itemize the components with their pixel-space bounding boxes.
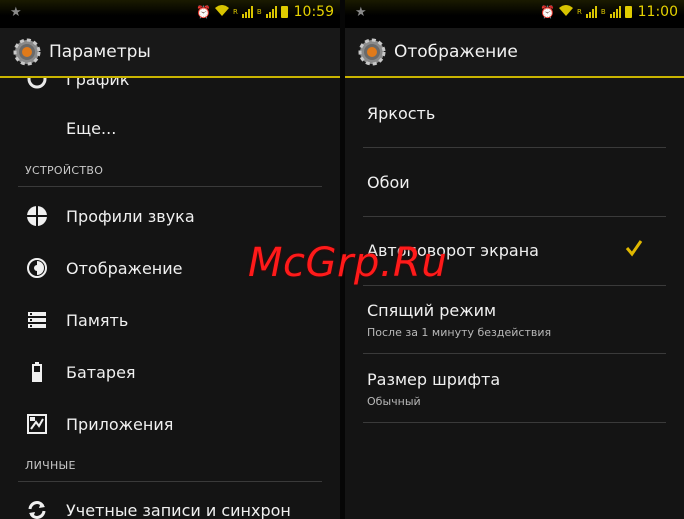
battery-icon [26, 361, 48, 383]
list-item-font-size[interactable]: Размер шрифта Обычный [367, 370, 666, 408]
list-item-title: Спящий режим [367, 301, 497, 320]
status-bar: ★ ⏰ R B 10:59 [0, 0, 340, 28]
battery-status-icon [624, 6, 632, 18]
notification-star-icon: ★ [10, 5, 22, 20]
sync-icon [26, 499, 48, 519]
item-divider [363, 285, 666, 286]
list-item-label: Учетные записи и синхрон [66, 500, 291, 519]
page-title: Отображение [394, 42, 518, 62]
auto-rotate-checkbox[interactable] [624, 238, 644, 258]
data-usage-icon [26, 78, 48, 90]
action-bar: Параметры [0, 28, 340, 78]
list-item-title: Размер шрифта [367, 370, 501, 389]
list-item-title: Автоповорот экрана [367, 241, 539, 260]
settings-gear-icon[interactable] [357, 37, 387, 67]
list-item-apps[interactable]: Приложения [0, 412, 340, 436]
list-item-subtitle: Обычный [367, 395, 421, 408]
wifi-icon [558, 5, 573, 19]
clock: 10:59 [293, 4, 334, 20]
signal-sim1-icon [585, 6, 597, 18]
list-item-sleep[interactable]: Спящий режим После за 1 минуту бездейств… [367, 301, 666, 339]
list-item-sound-profiles[interactable]: Профили звука [0, 204, 340, 228]
list-item-subtitle: После за 1 минуту бездействия [367, 326, 552, 339]
display-icon [26, 257, 48, 279]
list-item-label: Батарея [66, 362, 136, 382]
list-item-title: Яркость [367, 104, 436, 123]
item-divider [363, 353, 666, 354]
sim1-label-icon: R [576, 8, 582, 16]
signal-sim1-icon [241, 6, 253, 18]
item-divider [363, 422, 666, 423]
list-item-label: Профили звука [66, 206, 195, 226]
list-item-display[interactable]: Отображение [0, 256, 340, 280]
list-item-more[interactable]: Еще... [0, 116, 340, 140]
section-header-personal: ЛИЧНЫЕ [25, 459, 76, 472]
section-divider [18, 186, 322, 187]
list-item-brightness[interactable]: Яркость [367, 104, 666, 123]
list-item-battery[interactable]: Батарея [0, 360, 340, 384]
sim2-label-icon: B [256, 8, 262, 16]
wifi-icon [214, 5, 229, 19]
list-item-label: График [66, 78, 130, 89]
item-divider [363, 147, 666, 148]
alarm-icon: ⏰ [540, 5, 555, 19]
list-item-accounts-sync[interactable]: Учетные записи и синхрон [0, 498, 340, 519]
battery-status-icon [280, 6, 288, 18]
action-bar: Отображение [345, 28, 684, 78]
list-item-label: Память [66, 310, 129, 330]
settings-gear-icon[interactable] [12, 37, 42, 67]
status-bar: ★ ⏰ R B 11:00 [345, 0, 684, 28]
sim1-label-icon: R [232, 8, 238, 16]
notification-star-icon: ★ [355, 5, 367, 20]
list-item-data-usage[interactable]: График [0, 78, 340, 90]
list-item-auto-rotate[interactable]: Автоповорот экрана [367, 241, 666, 260]
list-item-wallpaper[interactable]: Обои [367, 173, 666, 192]
list-item-label: Отображение [66, 258, 183, 278]
display-settings-list: Яркость Обои Автоповорот экрана Спящий р… [345, 78, 684, 519]
signal-sim2-icon [609, 6, 621, 18]
page-title: Параметры [49, 42, 151, 62]
signal-sim2-icon [265, 6, 277, 18]
sim2-label-icon: B [600, 8, 606, 16]
storage-icon [26, 309, 48, 331]
list-item-storage[interactable]: Память [0, 308, 340, 332]
apps-icon [26, 413, 48, 435]
alarm-icon: ⏰ [196, 5, 211, 19]
list-item-title: Обои [367, 173, 410, 192]
clock: 11:00 [637, 4, 678, 20]
list-item-label: Еще... [66, 118, 117, 138]
settings-screen: ★ ⏰ R B 10:59 Параметры График Еще... УС… [0, 0, 340, 519]
list-item-label: Приложения [66, 414, 174, 434]
section-divider [18, 481, 322, 482]
item-divider [363, 216, 666, 217]
settings-list: График Еще... УСТРОЙСТВО Профили звука О… [0, 78, 340, 519]
display-settings-screen: ★ ⏰ R B 11:00 Отображение Яркость Обои А… [345, 0, 684, 519]
sound-profile-icon [26, 205, 48, 227]
section-header-device: УСТРОЙСТВО [25, 164, 104, 177]
